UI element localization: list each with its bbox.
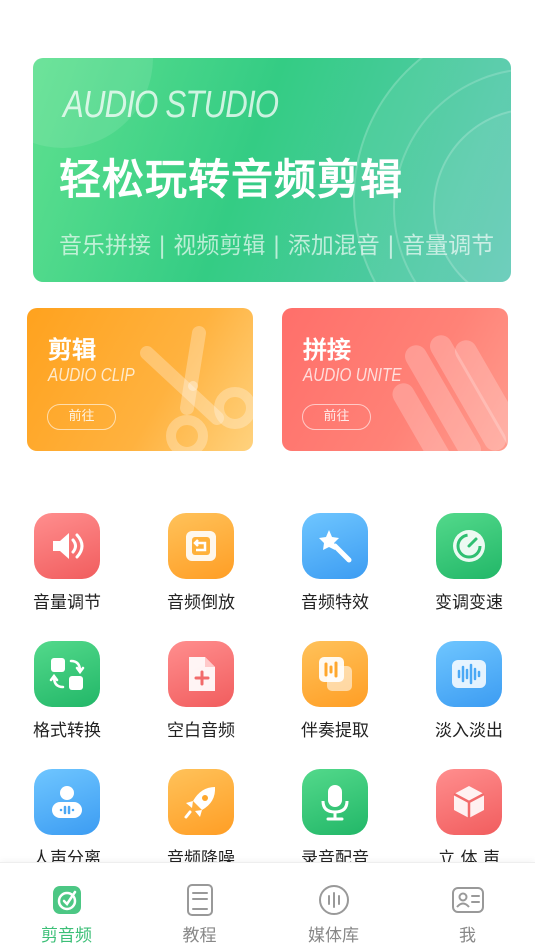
nav-tutorial[interactable]: 教程 bbox=[133, 863, 266, 951]
person-voice-icon bbox=[34, 769, 100, 835]
hero-subtitle: 音乐拼接 | 视频剪辑 | 添加混音 | 音量调节 bbox=[59, 233, 495, 259]
book-icon bbox=[187, 884, 213, 916]
speaker-icon bbox=[34, 513, 100, 579]
tool-blank-audio[interactable]: 空白音频 bbox=[140, 641, 260, 751]
card-english-title: AUDIO CLIP bbox=[48, 365, 135, 385]
card-english-title: AUDIO UNITE bbox=[303, 365, 402, 385]
media-library-icon bbox=[319, 885, 349, 915]
magic-wand-icon bbox=[302, 513, 368, 579]
app-screen: AUDIO STUDIO 轻松玩转音频剪辑 音乐拼接 | 视频剪辑 | 添加混音… bbox=[0, 0, 535, 951]
tool-label: 音量调节 bbox=[33, 593, 101, 613]
tool-volume[interactable]: 音量调节 bbox=[6, 513, 126, 623]
waveform-icon bbox=[436, 641, 502, 707]
nav-label: 媒体库 bbox=[308, 926, 359, 946]
tool-format[interactable]: 格式转换 bbox=[6, 641, 126, 751]
bottom-nav: 剪音频 教程 媒体库 我 bbox=[0, 862, 535, 951]
audio-unite-card[interactable]: 拼接 AUDIO UNITE 前往 bbox=[282, 308, 508, 451]
tool-pitch-speed[interactable]: 变调变速 bbox=[408, 513, 528, 623]
tool-label: 格式转换 bbox=[33, 721, 101, 741]
tool-label: 音频倒放 bbox=[167, 593, 235, 613]
tool-reverse[interactable]: 音频倒放 bbox=[140, 513, 260, 623]
microphone-icon bbox=[302, 769, 368, 835]
speedometer-icon bbox=[436, 513, 502, 579]
go-button[interactable]: 前往 bbox=[47, 404, 116, 430]
tool-fade[interactable]: 淡入淡出 bbox=[408, 641, 528, 751]
card-title: 剪辑 bbox=[48, 336, 96, 364]
nav-audio-edit[interactable]: 剪音频 bbox=[0, 863, 133, 951]
tool-label: 伴奏提取 bbox=[301, 721, 369, 741]
nav-label: 剪音频 bbox=[41, 926, 92, 946]
tool-accompaniment[interactable]: 伴奏提取 bbox=[274, 641, 394, 751]
accompaniment-icon bbox=[302, 641, 368, 707]
blank-file-icon bbox=[168, 641, 234, 707]
format-convert-icon bbox=[34, 641, 100, 707]
nav-label: 我 bbox=[459, 926, 476, 946]
rocket-icon bbox=[168, 769, 234, 835]
audio-edit-icon bbox=[53, 886, 81, 914]
reverse-icon bbox=[168, 513, 234, 579]
tool-label: 空白音频 bbox=[167, 721, 235, 741]
tool-effects[interactable]: 音频特效 bbox=[274, 513, 394, 623]
nav-profile[interactable]: 我 bbox=[401, 863, 534, 951]
go-button[interactable]: 前往 bbox=[302, 404, 371, 430]
cube-icon bbox=[436, 769, 502, 835]
hero-english-title: AUDIO STUDIO bbox=[63, 84, 279, 126]
nav-media-library[interactable]: 媒体库 bbox=[267, 863, 400, 951]
card-title: 拼接 bbox=[303, 336, 351, 364]
hero-banner[interactable]: AUDIO STUDIO 轻松玩转音频剪辑 音乐拼接 | 视频剪辑 | 添加混音… bbox=[33, 58, 511, 282]
tool-label: 淡入淡出 bbox=[435, 721, 503, 741]
profile-card-icon bbox=[452, 887, 484, 913]
nav-label: 教程 bbox=[182, 926, 217, 946]
hero-title: 轻松玩转音频剪辑 bbox=[59, 155, 404, 204]
audio-clip-card[interactable]: 剪辑 AUDIO CLIP 前往 bbox=[27, 308, 253, 451]
tool-label: 变调变速 bbox=[435, 593, 503, 613]
tool-label: 音频特效 bbox=[301, 593, 369, 613]
